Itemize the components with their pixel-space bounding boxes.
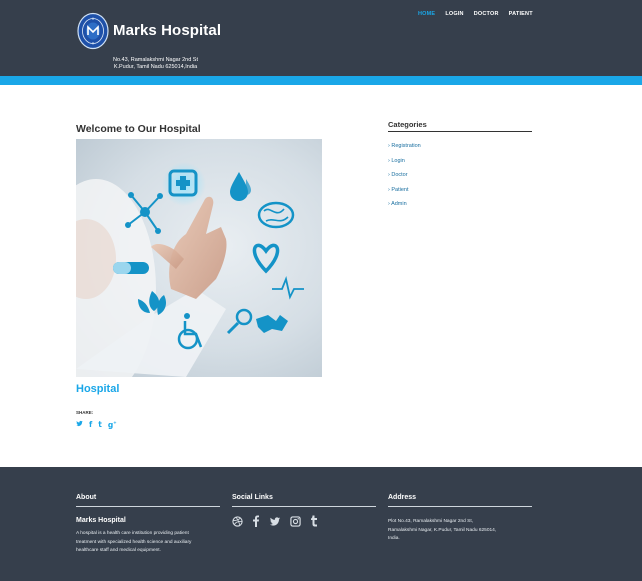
- footer-social-icons: [232, 515, 318, 527]
- footer-address-line1: Plot No.43, Ramalakshmi Nagar 2nd St,: [388, 519, 474, 524]
- category-admin[interactable]: › Admin: [388, 197, 421, 212]
- post-title-link[interactable]: Hospital: [76, 383, 119, 395]
- nav-patient[interactable]: PATIENT: [509, 11, 533, 17]
- twitter-icon[interactable]: [269, 516, 281, 527]
- site-header: Marks Hospital No.43, Ramalakshmi Nagar …: [0, 0, 642, 76]
- header-address-line1: No.43, Ramalakshmi Nagar 2nd St: [113, 57, 198, 63]
- tumblr-icon[interactable]: t: [98, 420, 102, 430]
- hospital-logo-icon[interactable]: [77, 12, 109, 50]
- footer-about-line1: A hospital is a health care institution …: [76, 531, 189, 536]
- site-footer: [0, 467, 642, 581]
- share-icons: f t g+: [76, 420, 117, 430]
- category-label: Login: [391, 157, 405, 164]
- nav-home[interactable]: HOME: [418, 11, 435, 17]
- header-accent-stripe: [0, 76, 642, 85]
- categories-divider: [388, 131, 532, 132]
- category-label: Doctor: [391, 172, 408, 178]
- main-nav: HOME LOGIN DOCTOR PATIENT: [418, 11, 533, 17]
- footer-about-heading: About: [76, 494, 97, 501]
- category-login[interactable]: › Login: [388, 154, 421, 169]
- footer-about-divider: [76, 506, 220, 507]
- footer-address-text: Plot No.43, Ramalakshmi Nagar 2nd St, Ra…: [388, 518, 496, 544]
- medical-touch-illustration: [76, 162, 304, 377]
- brand-name[interactable]: Marks Hospital: [113, 22, 221, 39]
- footer-social-divider: [232, 506, 376, 507]
- category-doctor[interactable]: › Doctor: [388, 168, 421, 183]
- nav-login[interactable]: LOGIN: [445, 11, 463, 17]
- nav-doctor[interactable]: DOCTOR: [474, 11, 499, 17]
- footer-address-line2: Ramalakshmi Nagar, K.Pudur, Tamil Nadu 6…: [388, 527, 497, 533]
- categories-title: Categories: [388, 120, 427, 129]
- twitter-icon[interactable]: [76, 420, 83, 430]
- footer-about-line2: treatment with specialized health scienc…: [76, 539, 192, 545]
- footer-social-heading: Social Links: [232, 494, 273, 501]
- facebook-icon[interactable]: f: [89, 420, 92, 430]
- hero-image: [76, 139, 322, 377]
- category-label: Admin: [391, 201, 407, 207]
- footer-about-name: Marks Hospital: [76, 517, 126, 524]
- category-registration[interactable]: › Registration: [388, 139, 421, 154]
- footer-address-heading: Address: [388, 494, 417, 501]
- category-patient[interactable]: › Patient: [388, 183, 421, 198]
- header-address-line2: K.Pudur, Tamil Nadu 625014,India: [113, 64, 198, 70]
- header-address: No.43, Ramalakshmi Nagar 2nd St K.Pudur,…: [108, 57, 203, 71]
- instagram-icon[interactable]: [290, 515, 301, 527]
- dribbble-icon[interactable]: [232, 515, 243, 527]
- categories-list: › Registration › Login › Doctor › Patien…: [388, 139, 421, 212]
- category-label: Registration: [391, 143, 421, 149]
- page-title: Welcome to Our Hospital: [76, 123, 201, 135]
- category-label: Patient: [391, 186, 409, 193]
- footer-about-text: A hospital is a health care institution …: [76, 530, 191, 556]
- footer-address-divider: [388, 506, 532, 507]
- share-label: SHARE:: [76, 410, 94, 415]
- footer-address-line3: India.: [388, 536, 400, 541]
- footer-about-line3: healthcare staff and medical equipment.: [76, 548, 161, 553]
- tumblr-icon[interactable]: [310, 515, 318, 527]
- facebook-icon[interactable]: [252, 515, 260, 527]
- google-plus-icon[interactable]: g+: [108, 420, 117, 430]
